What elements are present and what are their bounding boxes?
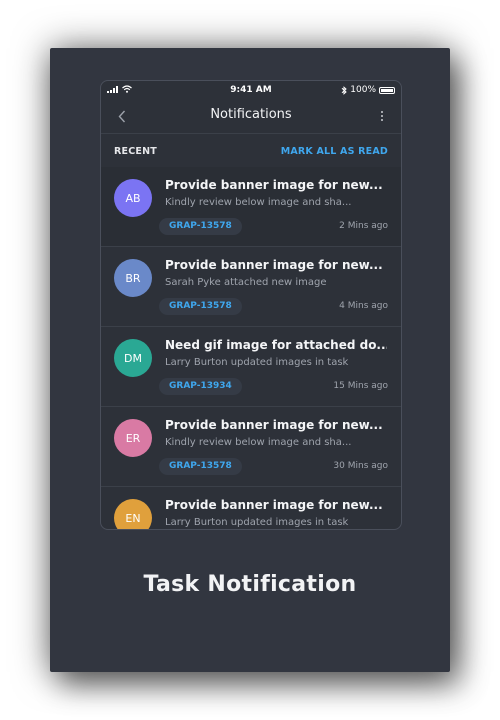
notification-title: Provide banner image for new... bbox=[165, 498, 383, 512]
notification-title: Provide banner image for new... bbox=[165, 418, 383, 432]
notification-subtitle: Kindly review below image and sha... bbox=[165, 197, 352, 208]
notification-item[interactable]: ER Provide banner image for new... Kindl… bbox=[101, 407, 401, 487]
avatar: AB bbox=[114, 179, 152, 217]
mark-all-read-button[interactable]: MARK ALL AS READ bbox=[281, 146, 388, 157]
phone-screen: 9:41 AM 100% Notifications RECENT MARK A… bbox=[100, 80, 402, 530]
notification-time: 4 Mins ago bbox=[339, 301, 388, 311]
notification-item[interactable]: AB Provide banner image for new... Kindl… bbox=[101, 167, 401, 247]
notification-title: Need gif image for attached do... bbox=[165, 338, 387, 352]
battery-icon bbox=[379, 86, 395, 94]
mockup-caption: Task Notification bbox=[143, 572, 357, 597]
avatar: ER bbox=[114, 419, 152, 457]
notification-item[interactable]: EN Provide banner image for new... Larry… bbox=[101, 487, 401, 529]
notification-title: Provide banner image for new... bbox=[165, 178, 383, 192]
more-vertical-icon bbox=[381, 111, 383, 113]
more-options-button[interactable] bbox=[373, 105, 391, 127]
notification-time: 2 Mins ago bbox=[339, 221, 388, 231]
notification-subtitle: Larry Burton updated images in task bbox=[165, 357, 349, 368]
status-right: 100% bbox=[341, 85, 395, 95]
notification-subtitle: Larry Burton updated images in task bbox=[165, 517, 349, 528]
notification-subtitle: Sarah Pyke attached new image bbox=[165, 277, 327, 288]
avatar: BR bbox=[114, 259, 152, 297]
task-tag[interactable]: GRAP-13578 bbox=[159, 458, 242, 475]
notification-list: AB Provide banner image for new... Kindl… bbox=[101, 167, 401, 529]
notification-item[interactable]: DM Need gif image for attached do... Lar… bbox=[101, 327, 401, 407]
task-tag[interactable]: GRAP-13578 bbox=[159, 298, 242, 315]
notification-time: 15 Mins ago bbox=[333, 381, 388, 391]
notification-item[interactable]: BR Provide banner image for new... Sarah… bbox=[101, 247, 401, 327]
mockup-card: 9:41 AM 100% Notifications RECENT MARK A… bbox=[50, 48, 450, 672]
status-bar: 9:41 AM 100% bbox=[101, 81, 401, 99]
notification-title: Provide banner image for new... bbox=[165, 258, 383, 272]
bluetooth-icon bbox=[341, 85, 348, 95]
notification-subtitle: Kindly review below image and sha... bbox=[165, 437, 352, 448]
battery-percent: 100% bbox=[350, 85, 376, 95]
section-header: RECENT MARK ALL AS READ bbox=[101, 133, 401, 167]
section-label: RECENT bbox=[114, 146, 157, 157]
avatar: DM bbox=[114, 339, 152, 377]
page-title: Notifications bbox=[210, 107, 292, 122]
notification-time: 30 Mins ago bbox=[333, 461, 388, 471]
avatar: EN bbox=[114, 499, 152, 529]
navigation-bar: Notifications bbox=[101, 99, 401, 134]
task-tag[interactable]: GRAP-13934 bbox=[159, 378, 242, 395]
task-tag[interactable]: GRAP-13578 bbox=[159, 218, 242, 235]
